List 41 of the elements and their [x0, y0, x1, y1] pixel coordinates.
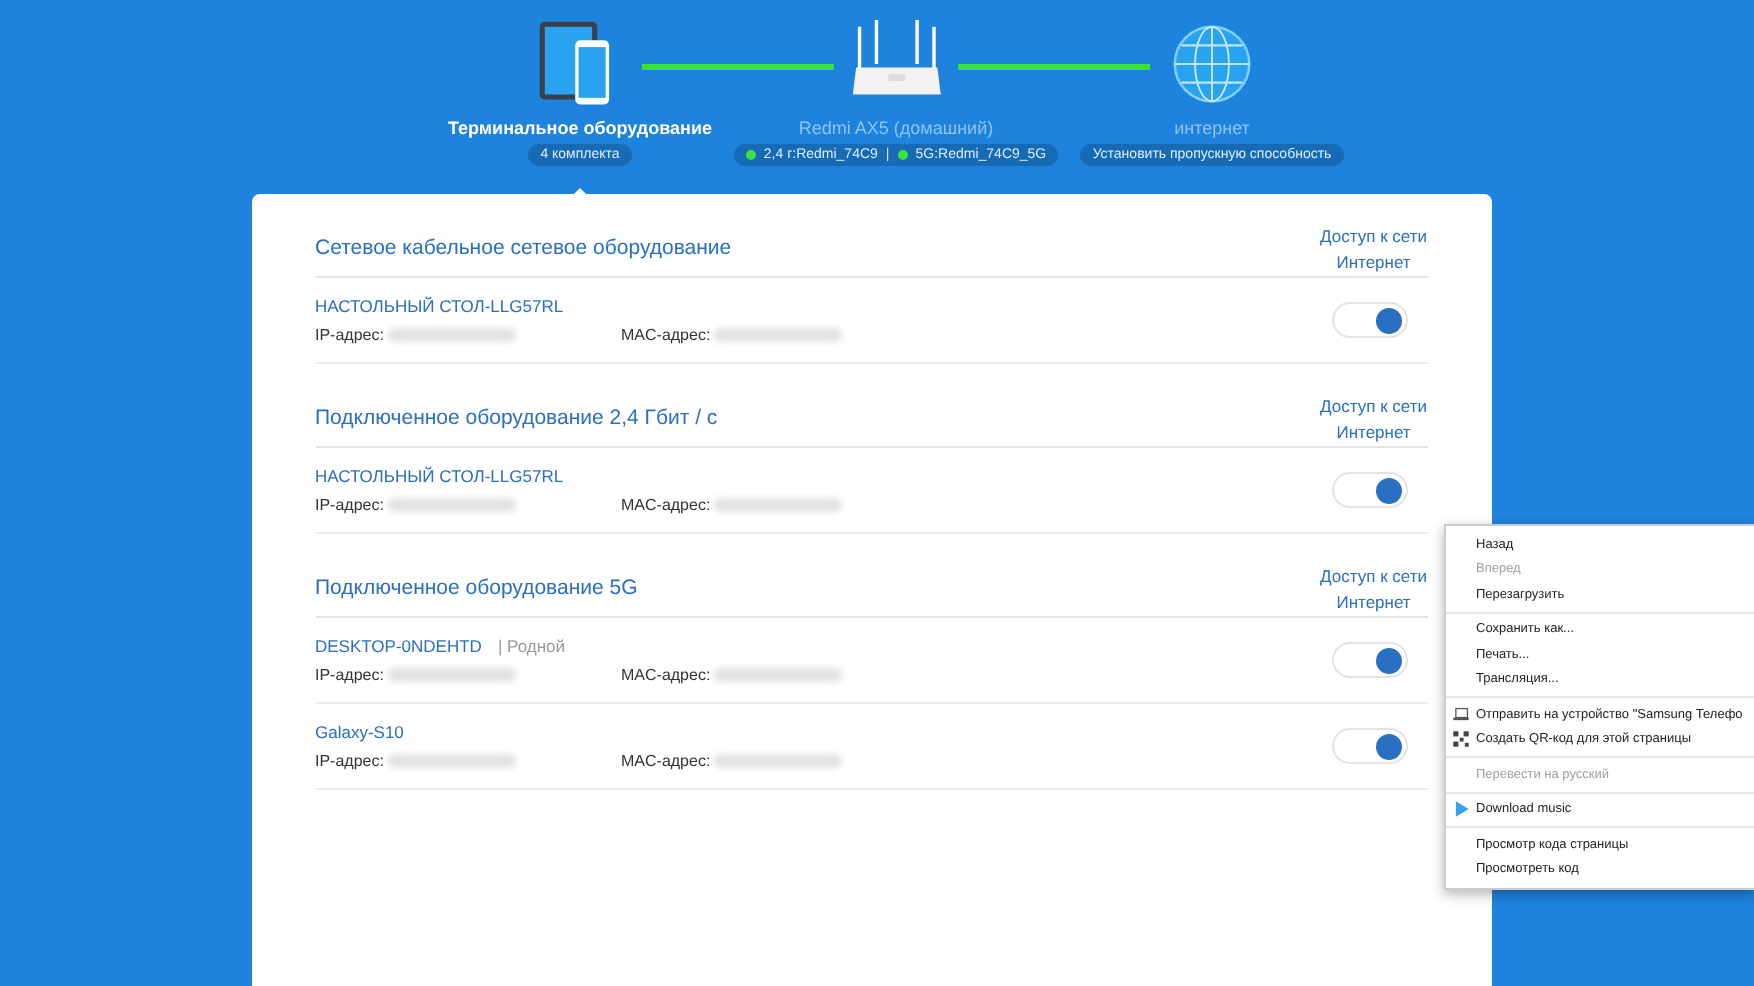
- device-tag: | Родной: [497, 636, 565, 656]
- ip-label: IP-адрес:: [315, 666, 384, 684]
- section-title: Сетевое кабельное сетевое оборудование: [315, 236, 732, 264]
- ip-label: IP-адрес:: [315, 496, 384, 514]
- globe-icon: [1168, 20, 1256, 108]
- internet-toggle[interactable]: [1331, 728, 1407, 764]
- laptop-icon: [1452, 705, 1470, 724]
- node-title: интернет: [1174, 118, 1250, 138]
- ip-label: IP-адрес:: [315, 326, 384, 344]
- column-header: Доступ к сети: [1320, 566, 1427, 586]
- qr-code-icon: [1452, 730, 1470, 749]
- blurred-value: [387, 498, 516, 512]
- mac-label: MAC-адрес:: [621, 752, 711, 770]
- blurred-value: [714, 754, 843, 768]
- blurred-value: [387, 668, 516, 682]
- blurred-value: [714, 498, 843, 512]
- internet-toggle[interactable]: [1331, 302, 1407, 338]
- play-icon: [1452, 800, 1470, 819]
- blurred-value: [387, 754, 516, 768]
- device-name[interactable]: DESKTOP-0NDEHTD: [315, 636, 482, 656]
- column-header: Интернет: [1336, 252, 1411, 272]
- column-header: Интернет: [1336, 422, 1411, 442]
- mac-label: MAC-адрес:: [621, 666, 711, 684]
- section-title: Подключенное оборудование 2,4 Гбит / с: [315, 406, 718, 434]
- node-title: Redmi AX5 (домашний): [798, 118, 994, 138]
- section-title: Подключенное оборудование 5G: [315, 576, 638, 604]
- column-header: Доступ к сети: [1320, 226, 1427, 246]
- blurred-value: [387, 328, 516, 342]
- device-name[interactable]: Galaxy-S10: [315, 722, 404, 742]
- node-title: Терминальное оборудование: [447, 118, 713, 138]
- blurred-value: [714, 668, 843, 682]
- mac-label: MAC-адрес:: [621, 496, 711, 514]
- device-name[interactable]: НАСТОЛЬНЫЙ СТОЛ-LLG57RL: [315, 466, 564, 486]
- ip-label: IP-адрес:: [315, 752, 384, 770]
- column-header: Доступ к сети: [1320, 396, 1427, 416]
- column-header: Интернет: [1336, 592, 1411, 612]
- internet-toggle[interactable]: [1331, 642, 1407, 678]
- internet-toggle[interactable]: [1331, 472, 1407, 508]
- blurred-value: [714, 328, 843, 342]
- mac-label: MAC-адрес:: [621, 326, 711, 344]
- device-name[interactable]: НАСТОЛЬНЫЙ СТОЛ-LLG57RL: [315, 296, 564, 316]
